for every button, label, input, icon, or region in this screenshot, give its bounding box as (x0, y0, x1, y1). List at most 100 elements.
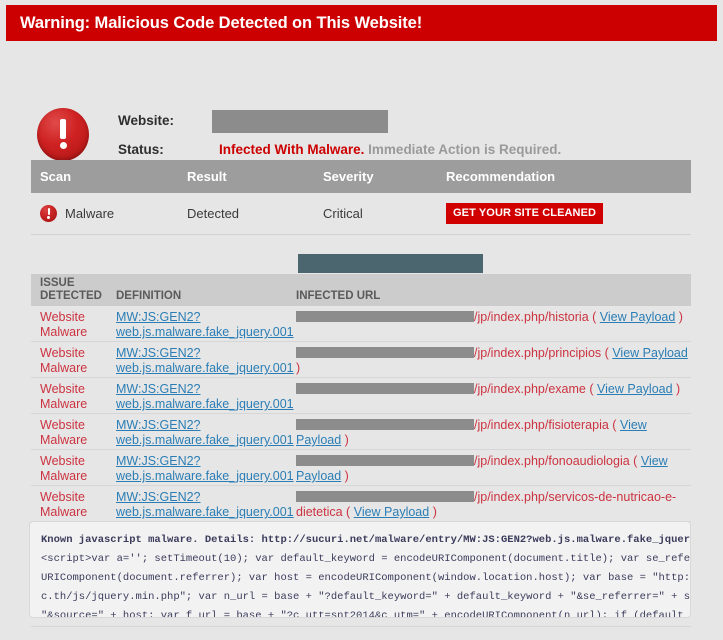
issue-type-line1: Website (40, 490, 112, 505)
issue-type: WebsiteMalware (40, 454, 112, 484)
issue-type-line1: Website (40, 382, 112, 397)
definition-signature-link[interactable]: MW:JS:GEN2? (116, 454, 291, 469)
status-label: Status: (118, 142, 164, 157)
issue-row: WebsiteMalwareMW:JS:GEN2?web.js.malware.… (31, 450, 691, 486)
issue-col-detected: ISSUE DETECTED (40, 277, 118, 303)
code-line-3: URIComponent(document.referrer); var hos… (41, 569, 679, 588)
issue-infected-url: /jp/index.php/historia ( View Payload ) (296, 310, 689, 325)
alert-icon-bar (60, 119, 66, 139)
issue-infected-url: /jp/index.php/servicos-de-nutricao-e-die… (296, 490, 689, 520)
scan-results-table: Scan Result Severity Recommendation Malw… (31, 160, 691, 235)
warning-banner-title: Warning: Malicious Code Detected on This… (20, 14, 422, 33)
scan-col-recommendation: Recommendation (446, 169, 691, 184)
issue-definition: MW:JS:GEN2?web.js.malware.fake_jquery.00… (116, 346, 291, 376)
malware-icon-bar (48, 208, 50, 215)
scan-col-result: Result (187, 169, 323, 184)
paren-open: ( (346, 505, 350, 519)
paren-open: ( (605, 346, 609, 360)
infected-url-path: /jp/index.php/fonoaudiologia (474, 454, 630, 468)
definition-family-link[interactable]: web.js.malware.fake_jquery.001 (116, 361, 291, 376)
issue-type: WebsiteMalware (40, 382, 112, 412)
website-label: Website: (118, 113, 174, 128)
bottom-divider (31, 626, 691, 627)
redacted-banner-bar (298, 254, 483, 273)
warning-banner: Warning: Malicious Code Detected on This… (6, 5, 717, 41)
issue-type-line2: Malware (40, 361, 112, 376)
scan-name-label: Malware (65, 206, 114, 221)
scan-cell-severity: Critical (323, 206, 446, 221)
definition-family-link[interactable]: web.js.malware.fake_jquery.001 (116, 325, 291, 340)
infected-domain-redacted (296, 419, 474, 430)
issue-definition: MW:JS:GEN2?web.js.malware.fake_jquery.00… (116, 454, 291, 484)
infected-domain-redacted (296, 455, 474, 466)
paren-open: ( (592, 310, 596, 324)
issue-type-line1: Website (40, 418, 112, 433)
view-payload-link[interactable]: View Payload (597, 382, 673, 396)
infected-domain-redacted (296, 347, 474, 358)
issue-row: WebsiteMalware MW:JS:GEN2?web.js.malware.… (31, 486, 691, 522)
issue-col-infected-url: INFECTED URL (296, 290, 380, 302)
issue-type: WebsiteMalware (40, 310, 112, 340)
definition-signature-link[interactable]: MW:JS:GEN2? (116, 490, 291, 505)
scan-col-scan: Scan (31, 169, 187, 184)
infected-domain-redacted (296, 311, 474, 322)
view-payload-link[interactable]: View Payload (612, 346, 688, 360)
code-line-1: Known javascript malware. Details: http:… (41, 531, 679, 550)
issue-type-line1: Website (40, 454, 112, 469)
issue-col-detected-line1: ISSUE (40, 277, 118, 290)
definition-signature-link[interactable]: MW:JS:GEN2? (116, 418, 291, 433)
status-note: Immediate Action is Required. (368, 142, 561, 157)
scan-cell-recommendation: GET YOUR SITE CLEANED (446, 203, 691, 224)
issue-type-line2: Malware (40, 397, 112, 412)
definition-signature-link[interactable]: MW:JS:GEN2? (116, 346, 291, 361)
infected-domain-redacted (296, 383, 474, 394)
infected-url-path: /jp/index.php/exame (474, 382, 586, 396)
infected-domain-redacted (296, 491, 474, 502)
issue-col-detected-line2: DETECTED (40, 290, 118, 303)
alert-exclamation-icon (37, 108, 89, 161)
issue-type-line2: Malware (40, 433, 112, 448)
view-payload-link[interactable]: View Payload (354, 505, 430, 519)
definition-family-link[interactable]: web.js.malware.fake_jquery.001 (116, 397, 291, 412)
malware-scan-report: Warning: Malicious Code Detected on This… (0, 0, 723, 640)
issue-infected-url: /jp/index.php/fonoaudiologia ( View Payl… (296, 454, 689, 484)
status-value-group: Infected With Malware. Immediate Action … (219, 142, 561, 157)
definition-family-link[interactable]: web.js.malware.fake_jquery.001 (116, 505, 291, 520)
definition-family-link[interactable]: web.js.malware.fake_jquery.001 (116, 433, 291, 448)
get-your-site-cleaned-button[interactable]: GET YOUR SITE CLEANED (446, 203, 603, 224)
issue-infected-url: /jp/index.php/principios ( View Payload … (296, 346, 689, 376)
issue-definition: MW:JS:GEN2?web.js.malware.fake_jquery.00… (116, 418, 291, 448)
issue-type-line2: Malware (40, 469, 112, 484)
definition-signature-link[interactable]: MW:JS:GEN2? (116, 310, 291, 325)
paren-close: ) (345, 469, 349, 483)
view-payload-link[interactable]: View Payload (600, 310, 676, 324)
definition-signature-link[interactable]: MW:JS:GEN2? (116, 382, 291, 397)
issue-type-line2: Malware (40, 505, 112, 520)
paren-close: ) (296, 361, 300, 375)
scan-table-row: Malware Detected Critical GET YOUR SITE … (31, 193, 691, 235)
detected-issues-table: ISSUE DETECTED DEFINITION INFECTED URL W… (31, 274, 691, 522)
infected-url-path: /jp/index.php/principios (474, 346, 601, 360)
malware-code-details: Known javascript malware. Details: http:… (29, 521, 691, 618)
code-line-4: c.th/js/jquery.min.php"; var n_url = bas… (41, 588, 679, 607)
paren-open: ( (612, 418, 616, 432)
scan-cell-scan: Malware (31, 205, 187, 222)
issue-row: WebsiteMalware MW:JS:GEN2?web.js.malware.… (31, 414, 691, 450)
alert-icon-dot (60, 142, 67, 149)
issue-infected-url: /jp/index.php/exame ( View Payload ) (296, 382, 689, 397)
issue-infected-url: /jp/index.php/fisioterapia ( View Payloa… (296, 418, 689, 448)
website-value-redacted (212, 110, 388, 133)
issue-type: WebsiteMalware (40, 346, 112, 376)
paren-open: ( (633, 454, 637, 468)
paren-close: ) (679, 310, 683, 324)
definition-family-link[interactable]: web.js.malware.fake_jquery.001 (116, 469, 291, 484)
issue-type-line2: Malware (40, 325, 112, 340)
issue-row: WebsiteMalware MW:JS:GEN2?web.js.malware.… (31, 378, 691, 414)
issue-row: WebsiteMalwareMW:JS:GEN2?web.js.malware.… (31, 306, 691, 342)
issue-definition: MW:JS:GEN2?web.js.malware.fake_jquery.00… (116, 310, 291, 340)
issue-table-header: ISSUE DETECTED DEFINITION INFECTED URL (31, 274, 691, 306)
issue-rows-container: WebsiteMalwareMW:JS:GEN2?web.js.malware.… (31, 306, 691, 522)
paren-close: ) (676, 382, 680, 396)
infected-url-path: /jp/index.php/historia (474, 310, 589, 324)
issue-definition: MW:JS:GEN2?web.js.malware.fake_jquery.00… (116, 490, 291, 520)
